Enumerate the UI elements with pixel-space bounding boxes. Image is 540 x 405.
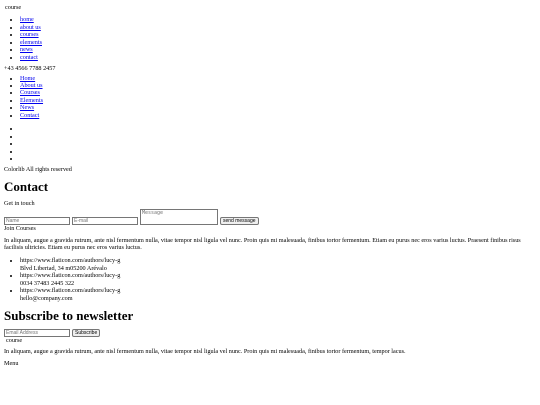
menu-item-elements: Elements — [20, 97, 536, 104]
nav-item-about: about us — [20, 24, 536, 31]
social-link-2[interactable] — [20, 133, 536, 141]
page: course home about us courses elements ne… — [0, 0, 540, 367]
social-link-1[interactable] — [20, 125, 536, 133]
footer-menu-heading: Menu — [4, 359, 19, 367]
social-link-5[interactable] — [20, 155, 536, 163]
social-link-3[interactable] — [20, 140, 536, 148]
email-text: hello@company.com — [20, 294, 73, 302]
nav-link-about[interactable]: about us — [20, 24, 41, 31]
contact-info-address: https://www.flaticon.com/authors/lucy-g … — [20, 257, 536, 272]
menu-item-about: About us — [20, 82, 536, 89]
menu-item-home: Home — [20, 75, 536, 82]
nav-item-elements: elements — [20, 39, 536, 46]
menu-link-about[interactable]: About us — [20, 82, 43, 89]
newsletter-form: Subscribe — [4, 328, 536, 337]
secondary-nav: Home About us Courses Elements News Cont… — [4, 75, 536, 120]
phone-text: 0034 37483 2445 322 — [20, 279, 75, 287]
menu-link-courses[interactable]: Courses — [20, 89, 40, 96]
send-message-button[interactable]: send message — [220, 217, 259, 226]
email-field[interactable] — [72, 217, 138, 226]
contact-info-email: https://www.flaticon.com/authors/lucy-g … — [20, 287, 536, 302]
nav-item-contact: contact — [20, 54, 536, 61]
menu-link-news[interactable]: News — [20, 104, 34, 111]
phone-icon: https://www.flaticon.com/authors/lucy-g — [20, 272, 121, 280]
footer-description: In aliquam, augue a gravida rutrum, ante… — [4, 348, 406, 356]
footer-logo[interactable]: course — [6, 337, 536, 344]
nav-item-courses: courses — [20, 31, 536, 38]
contact-info-phone: https://www.flaticon.com/authors/lucy-g … — [20, 272, 536, 287]
location-icon: https://www.flaticon.com/authors/lucy-g — [20, 257, 121, 265]
newsletter-title: Subscribe to newsletter — [4, 308, 134, 324]
nav-link-home[interactable]: home — [20, 16, 34, 23]
contact-form: send message — [4, 209, 536, 226]
menu-item-courses: Courses — [20, 89, 536, 96]
logo[interactable]: course — [5, 4, 536, 11]
menu-link-contact[interactable]: Contact — [20, 112, 39, 119]
menu-item-contact: Contact — [20, 112, 536, 119]
social-links — [4, 125, 536, 163]
nav-item-news: news — [20, 46, 536, 53]
social-link-4[interactable] — [20, 148, 536, 156]
contact-title: Contact — [4, 179, 49, 195]
copyright: Colorlib All rights reserved — [4, 165, 72, 173]
nav-item-home: home — [20, 16, 536, 23]
nav-link-courses[interactable]: courses — [20, 31, 39, 38]
main-nav: home about us courses elements news cont… — [4, 16, 536, 61]
name-field[interactable] — [4, 217, 70, 226]
newsletter-email-field[interactable] — [4, 328, 70, 337]
subscribe-button[interactable]: Subscribe — [72, 328, 101, 337]
nav-link-news[interactable]: news — [20, 46, 33, 53]
join-courses-label: Join Courses — [4, 225, 36, 233]
phone-number: +43 4566 7788 2457 — [4, 65, 56, 73]
contact-subtitle: Get in touch — [4, 199, 35, 207]
address-text: Blvd Libertad, 34 m05200 Arévalo — [20, 264, 107, 272]
menu-item-news: News — [20, 104, 536, 111]
nav-link-elements[interactable]: elements — [20, 39, 42, 46]
message-field[interactable] — [140, 209, 218, 226]
join-description: In aliquam, augue a gravida rutrum, ante… — [4, 236, 521, 251]
contact-info-list: https://www.flaticon.com/authors/lucy-g … — [4, 257, 536, 302]
mail-icon: https://www.flaticon.com/authors/lucy-g — [20, 287, 121, 295]
nav-link-contact[interactable]: contact — [20, 54, 38, 61]
menu-link-home[interactable]: Home — [20, 75, 35, 82]
menu-link-elements[interactable]: Elements — [20, 97, 43, 104]
